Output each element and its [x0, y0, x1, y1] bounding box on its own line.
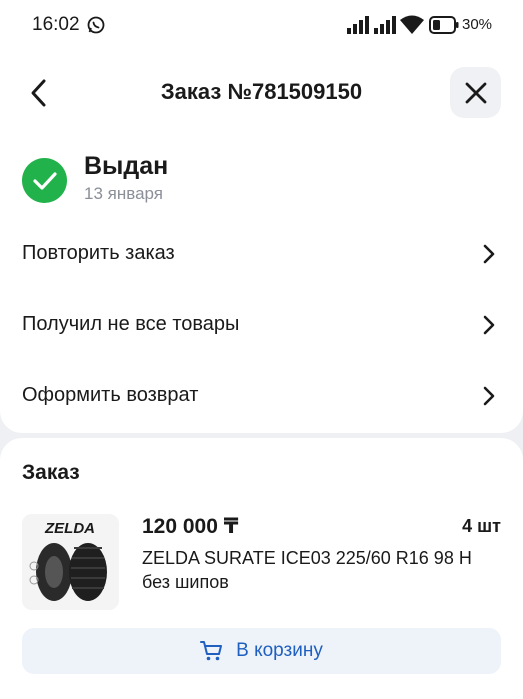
status-bar: 16:02 30%: [0, 0, 523, 52]
missing-items-row[interactable]: Получил не все товары: [0, 297, 523, 353]
clock: 16:02: [32, 14, 80, 35]
add-to-cart-label: В корзину: [236, 640, 323, 661]
product-image[interactable]: ZELDA: [22, 514, 119, 610]
page-title: Заказ №781509150: [160, 79, 363, 104]
order-section-title: Заказ: [22, 461, 80, 484]
chevron-right-icon: [483, 386, 495, 406]
brand-logo-text: ZELDA: [44, 520, 95, 537]
cellular-signal-icon: [374, 16, 396, 34]
cellular-signal-icon: [347, 16, 369, 34]
menu-item-label: Оформить возврат: [22, 384, 199, 406]
order-status-date: 13 января: [84, 184, 163, 203]
order-status-title: Выдан: [84, 152, 169, 180]
wifi-icon: [400, 15, 424, 34]
menu-item-label: Получил не все товары: [22, 313, 240, 335]
close-button[interactable]: [450, 67, 501, 118]
return-request-row[interactable]: Оформить возврат: [0, 368, 523, 424]
whatsapp-icon: [87, 16, 105, 34]
chevron-right-icon: [483, 244, 495, 264]
add-to-cart-button[interactable]: В корзину: [22, 628, 501, 674]
product-quantity: 4 шт: [462, 516, 501, 536]
success-check-icon: [22, 158, 67, 203]
cart-icon: [200, 641, 223, 661]
battery-icon: [429, 16, 459, 34]
repeat-order-row[interactable]: Повторить заказ: [0, 226, 523, 282]
close-icon: [465, 82, 486, 103]
order-header-card: 16:02 30% Заказ №781509150 Выдан 13 янва…: [0, 0, 523, 433]
chevron-right-icon: [483, 315, 495, 335]
battery-percent: 30%: [462, 16, 493, 33]
product-price: 120 000 ₸: [142, 515, 239, 538]
product-name[interactable]: ZELDA SURATE ICE03 225/60 R16 98 H без ш…: [142, 546, 502, 594]
menu-item-label: Повторить заказ: [22, 242, 175, 264]
